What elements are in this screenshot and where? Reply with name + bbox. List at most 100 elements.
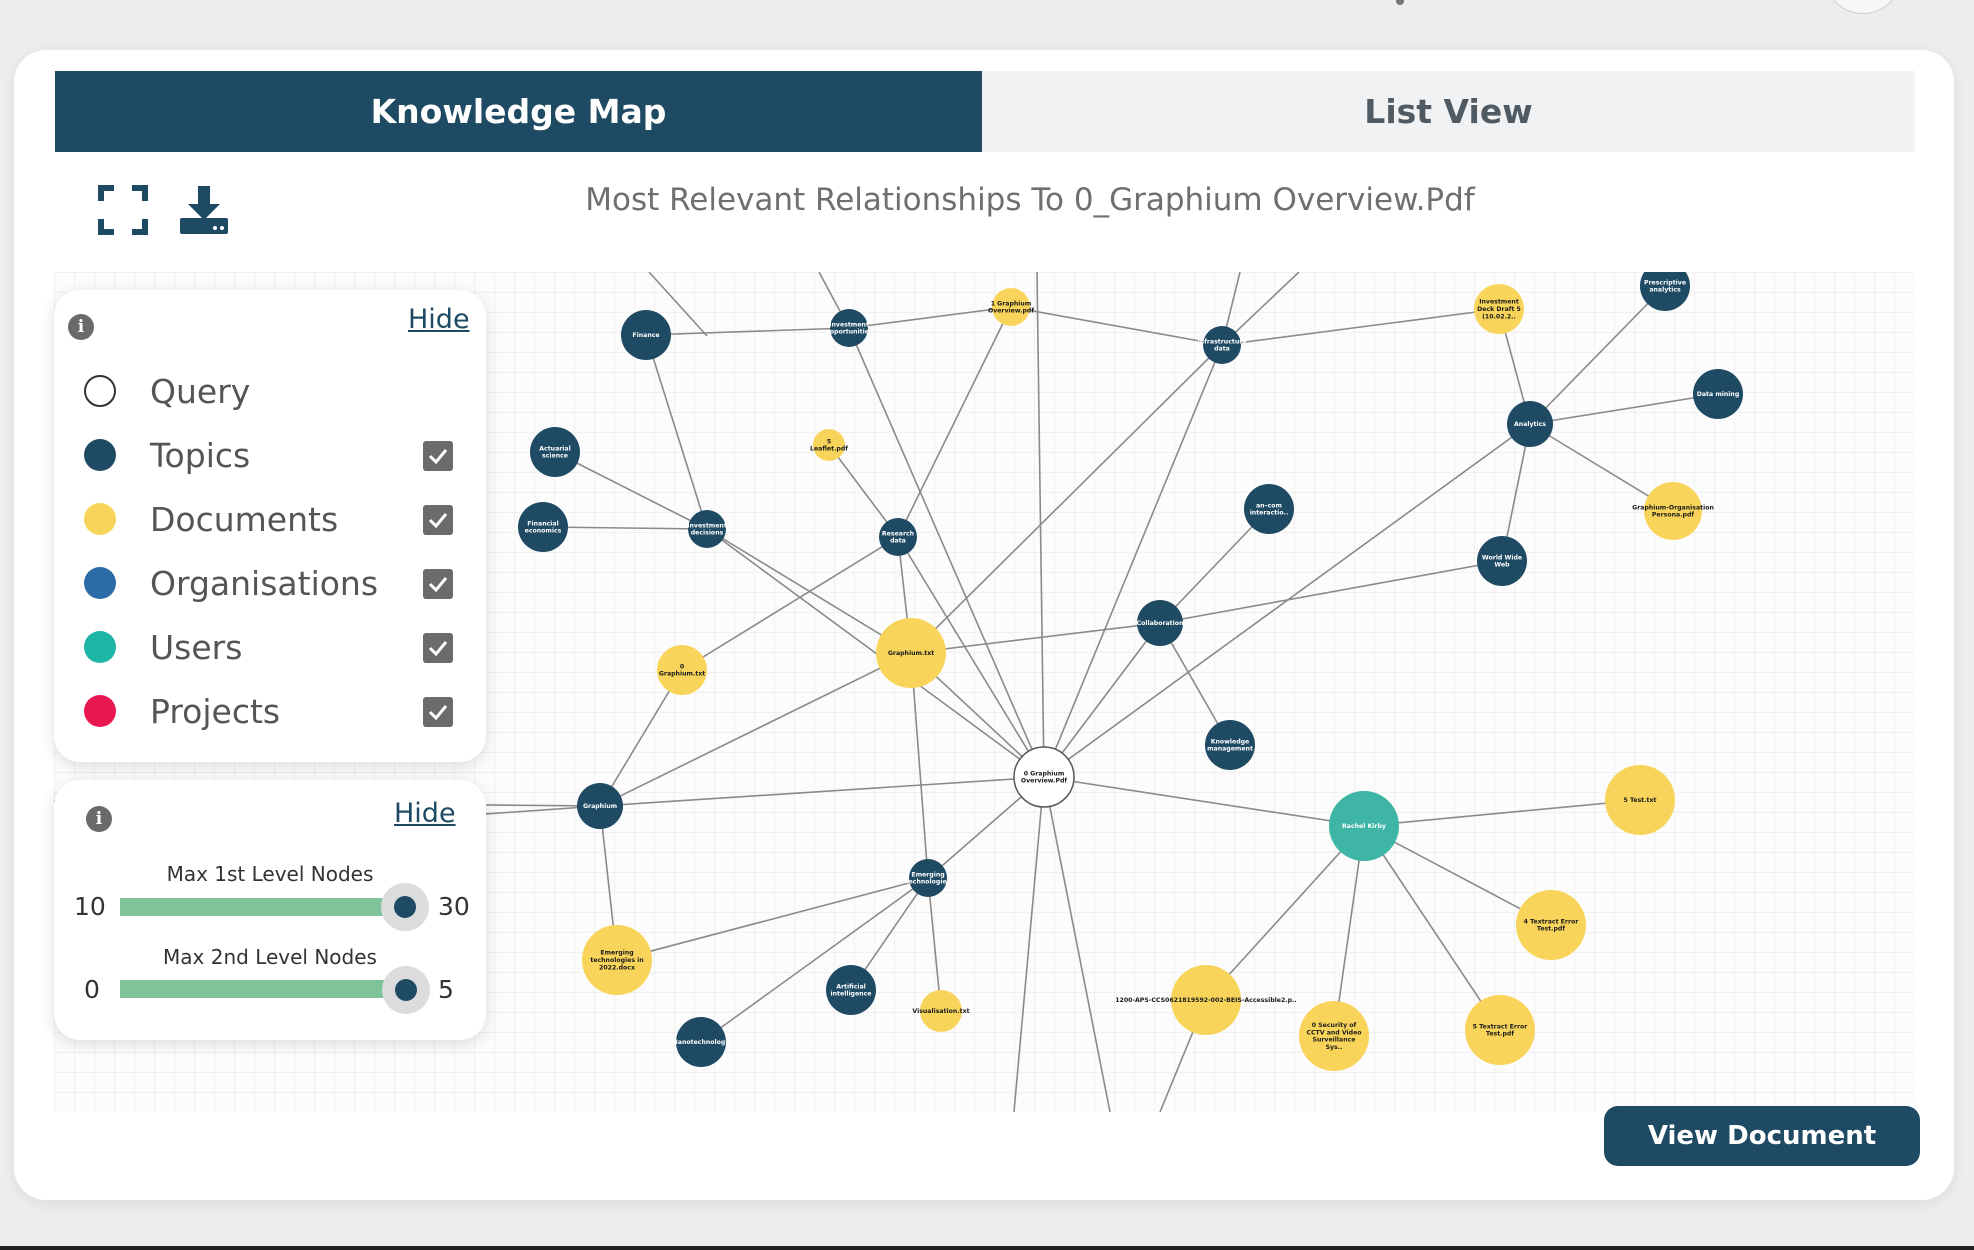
graph-node-label: Knowledge management xyxy=(1207,738,1253,752)
graph-node-deck[interactable]: Investment Deck Draft 5 (10.02.2.. xyxy=(1474,284,1524,334)
graph-node-textract4[interactable]: 4 Textract Error Test.pdf xyxy=(1516,890,1586,960)
graph-node-label: 5 Test.txt xyxy=(1624,797,1657,804)
legend-checkbox-users[interactable] xyxy=(423,633,453,663)
graph-node-persona[interactable]: Graphium-Organisation Persona.pdf xyxy=(1632,482,1714,540)
graph-node-research[interactable]: Research data xyxy=(879,518,917,556)
graph-node-leaflet[interactable]: 5 Leaflet.pdf xyxy=(810,429,848,461)
graph-node-actuarial[interactable]: Actuarial science xyxy=(530,427,580,477)
download-icon[interactable] xyxy=(178,184,230,236)
graph-node-label: Analytics xyxy=(1514,421,1546,428)
graph-node-label: Visualisation.txt xyxy=(912,1008,969,1015)
legend-dot-documents xyxy=(84,503,116,535)
view-document-button[interactable]: View Document xyxy=(1604,1106,1920,1166)
max-second-level-label: Max 2nd Level Nodes xyxy=(163,945,377,969)
legend-checkbox-organisations[interactable] xyxy=(423,569,453,599)
graph-node-prescr[interactable]: Prescriptive analytics xyxy=(1640,272,1690,311)
graph-node-rachel[interactable]: Rachel Kirby xyxy=(1329,791,1399,861)
graph-edge-finance-invopp xyxy=(645,327,850,336)
legend-dot-projects xyxy=(84,695,116,727)
graph-node-label: Emerging technologies xyxy=(906,871,951,885)
max-first-level-thumb[interactable] xyxy=(381,883,429,931)
graph-node-emdoc[interactable]: Emerging technologies in 2022.docx xyxy=(582,925,652,995)
view-tabs: Knowledge Map List View xyxy=(55,71,1915,152)
legend-panel: i Hide Query Topics Documents Organisations… xyxy=(54,290,486,762)
graph-edge-g1-infra xyxy=(1010,306,1223,346)
legend-checkbox-documents[interactable] xyxy=(423,505,453,535)
avatar[interactable] xyxy=(1827,0,1899,14)
graph-node-label: Investment decisions xyxy=(687,522,727,536)
graph-node-ai[interactable]: Artificial intelligence xyxy=(826,965,876,1015)
graph-node-gtxt[interactable]: Graphium.txt xyxy=(876,618,946,688)
legend-label: Projects xyxy=(150,692,281,731)
max-second-level-track[interactable] xyxy=(120,980,406,998)
graph-edge-invdec-center xyxy=(706,528,1045,778)
graph-node-www[interactable]: World Wide Web xyxy=(1477,536,1527,586)
graph-node-test5[interactable]: 5 Test.txt xyxy=(1605,765,1675,835)
check-icon xyxy=(428,577,448,592)
graph-node-analytics[interactable]: Analytics xyxy=(1507,401,1553,447)
graph-node-center[interactable]: 0 Graphium Overview.Pdf xyxy=(1013,746,1075,808)
graph-node-invopp[interactable]: Investment opportunities xyxy=(825,309,873,347)
graph-node-aps[interactable]: 1200-APS-CCS0621819592-002-BEIS-Accessib… xyxy=(1115,965,1297,1035)
legend-item-users: Users xyxy=(54,622,486,672)
graph-node-interact[interactable]: an–com interactio.. xyxy=(1244,484,1294,534)
graph-edge-infra-deck xyxy=(1221,308,1500,346)
slider-hide-link[interactable]: Hide xyxy=(394,798,456,829)
legend-label: Organisations xyxy=(150,564,379,603)
check-icon xyxy=(428,513,448,528)
check-icon xyxy=(428,449,448,464)
graph-node-cctv[interactable]: 0 Security of CCTV and Video Surveillance S… xyxy=(1299,1001,1369,1071)
graph-node-collab[interactable]: Collaboration xyxy=(1137,600,1184,646)
legend-item-projects: Projects xyxy=(54,686,486,736)
graph-node-dm[interactable]: Data mining xyxy=(1693,369,1743,419)
graph-edge-offscreen xyxy=(1036,272,1045,778)
max-first-level-label: Max 1st Level Nodes xyxy=(166,862,374,886)
graph-edge-rachel-textract5 xyxy=(1363,825,1501,1031)
fullscreen-icon[interactable] xyxy=(98,185,148,235)
graph-edge-offscreen xyxy=(1043,776,1111,1112)
graph-node-label: Graphium.txt xyxy=(888,650,934,657)
legend-hide-link[interactable]: Hide xyxy=(408,304,470,335)
max-first-level-track[interactable] xyxy=(120,898,420,916)
graph-edge-emerging-nano xyxy=(700,877,929,1043)
graph-node-g1[interactable]: 1 Graphium Overview.pdf xyxy=(988,288,1034,326)
legend-dot-topics xyxy=(84,439,116,471)
graph-node-label: Investment opportunities xyxy=(825,321,873,335)
legend-label: Documents xyxy=(150,500,339,539)
info-icon[interactable]: i xyxy=(68,314,94,340)
graph-node-graphium[interactable]: Graphium xyxy=(577,783,623,829)
graph-node-fin_econ[interactable]: Financial economics xyxy=(518,502,568,552)
graph-node-label: Actuarial science xyxy=(539,445,570,459)
graph-node-vis[interactable]: Visualisation.txt xyxy=(912,990,970,1032)
graph-edge-analytics-prescr xyxy=(1529,285,1666,425)
graph-edge-emerging-emdoc xyxy=(616,877,929,961)
graph-title: Most Relevant Relationships To 0_Graphiu… xyxy=(585,182,1475,218)
max-second-level-thumb[interactable] xyxy=(382,966,430,1014)
graph-node-km[interactable]: Knowledge management xyxy=(1205,720,1255,770)
graph-node-label: 1200-APS-CCS0621819592-002-BEIS-Accessib… xyxy=(1115,997,1297,1004)
graph-node-textract5[interactable]: 5 Textract Error Test.pdf xyxy=(1465,995,1535,1065)
legend-label: Users xyxy=(150,628,243,667)
info-icon[interactable]: i xyxy=(86,806,112,832)
graph-edge-rachel-aps xyxy=(1205,825,1365,1001)
graph-node-finance[interactable]: Finance xyxy=(621,310,671,360)
graph-node-invdec[interactable]: Investment decisions xyxy=(687,510,727,548)
legend-dot-users xyxy=(84,631,116,663)
tab-knowledge-map[interactable]: Knowledge Map xyxy=(55,71,982,152)
node-limit-panel: i Hide Max 1st Level Nodes 10 30 Max 2nd… xyxy=(54,780,486,1040)
graph-node-label: Financial economics xyxy=(525,520,562,534)
legend-item-organisations: Organisations xyxy=(54,558,486,608)
graph-edge-graphium-center xyxy=(599,776,1045,807)
tab-list-view[interactable]: List View xyxy=(982,71,1915,152)
graph-edge-rachel-test5 xyxy=(1363,799,1641,827)
graph-edge-research-g1 xyxy=(897,306,1012,538)
legend-checkbox-topics[interactable] xyxy=(423,441,453,471)
graph-node-label: Rachel Kirby xyxy=(1342,823,1386,830)
graph-edge-invopp-g1 xyxy=(848,306,1012,329)
graph-node-infra[interactable]: Infrastructure data xyxy=(1197,326,1247,364)
graph-node-label: Artificial intelligence xyxy=(831,983,872,997)
top-dot xyxy=(1396,0,1404,5)
graph-node-nano[interactable]: Nanotechnology xyxy=(673,1017,730,1067)
legend-checkbox-projects[interactable] xyxy=(423,697,453,727)
graph-node-g0txt[interactable]: 0 Graphium.txt xyxy=(657,645,707,695)
